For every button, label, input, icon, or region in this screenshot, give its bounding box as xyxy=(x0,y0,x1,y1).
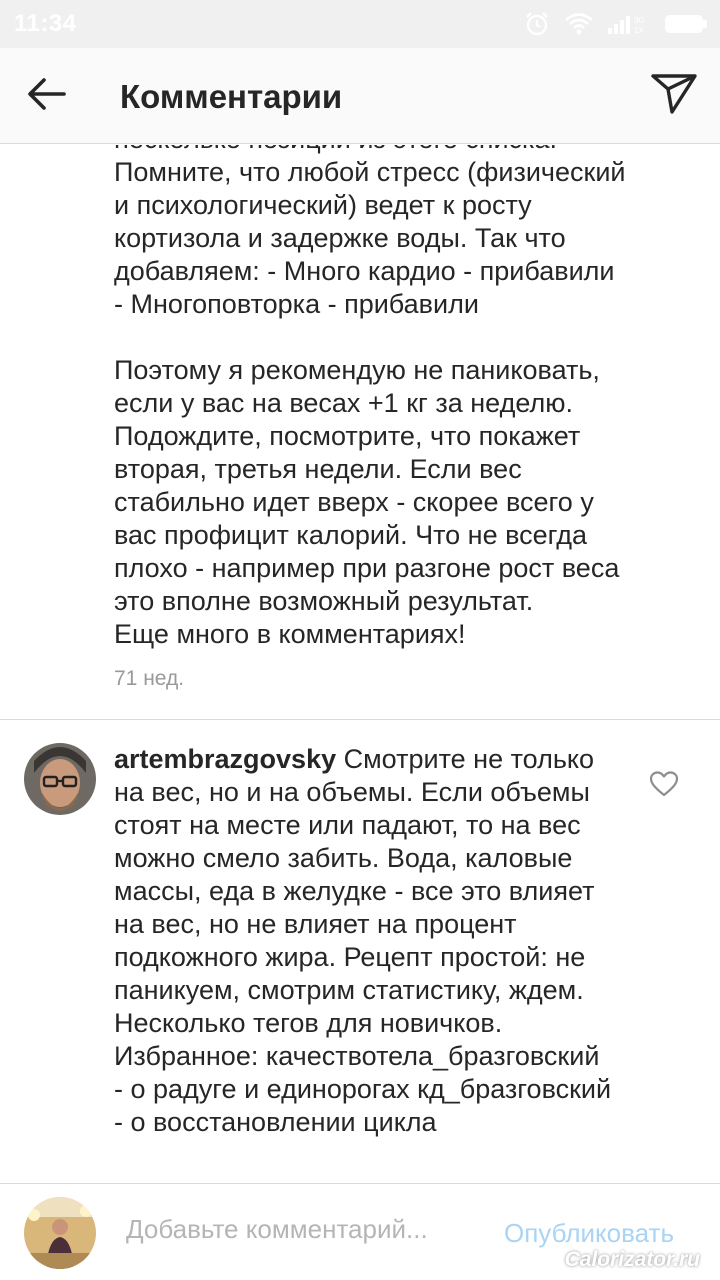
watermark: Calorizator.ru xyxy=(564,1248,700,1271)
direct-send-button[interactable] xyxy=(646,70,702,122)
status-bar: 11:34 3G 1X xyxy=(0,0,720,48)
status-icons: 3G 1X xyxy=(524,10,708,38)
arrow-left-icon xyxy=(27,77,67,116)
wifi-icon xyxy=(564,12,594,36)
comment-input[interactable] xyxy=(126,1214,476,1245)
comment-composer: Опубликовать Calorizator.ru xyxy=(0,1183,720,1280)
page-title: Комментарии xyxy=(120,78,343,115)
caption: несколько позиций из этого списка. Помни… xyxy=(114,145,704,651)
caption-text: несколько позиций из этого списка. Помни… xyxy=(114,145,626,649)
comments-list[interactable]: несколько позиций из этого списка. Помни… xyxy=(0,145,720,1183)
caption-timestamp: 71 нед. xyxy=(114,667,185,690)
comment-text: Смотрите не только на вес, но и на объем… xyxy=(114,744,612,1137)
signal-icon: 3G 1X xyxy=(608,12,650,36)
publish-button[interactable]: Опубликовать xyxy=(504,1218,674,1249)
comment-body: artembrazgovsky Смотрите не только на ве… xyxy=(114,743,614,1139)
alarm-icon xyxy=(524,11,550,37)
like-button[interactable] xyxy=(649,771,680,801)
avatar xyxy=(24,1197,96,1269)
avatar[interactable] xyxy=(24,743,96,815)
status-time: 11:34 xyxy=(14,10,77,37)
heart-outline-icon xyxy=(649,771,679,801)
back-button[interactable] xyxy=(20,72,74,120)
svg-text:1X: 1X xyxy=(634,26,644,35)
comment-username[interactable]: artembrazgovsky xyxy=(114,744,336,774)
divider xyxy=(0,719,720,720)
paper-plane-icon xyxy=(650,73,698,120)
svg-text:3G: 3G xyxy=(634,16,645,25)
app-header: Комментарии xyxy=(0,48,720,144)
battery-icon xyxy=(664,13,708,35)
